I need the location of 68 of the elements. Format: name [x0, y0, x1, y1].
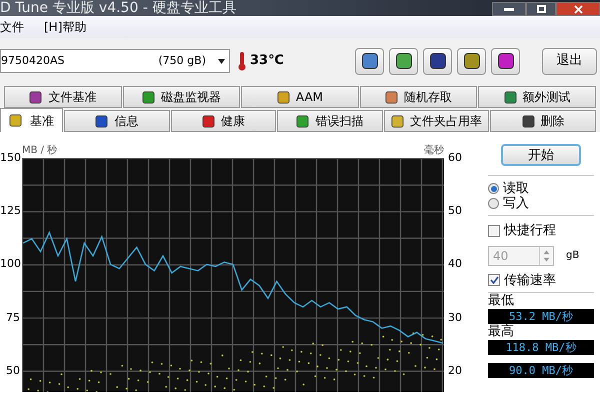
toolbar-button[interactable]	[457, 48, 486, 74]
axis-label: 60	[448, 151, 463, 165]
toolbar-button[interactable]	[491, 48, 520, 74]
tab-icon	[95, 114, 108, 128]
left-axis-unit: MB / 秒	[22, 144, 58, 158]
tab[interactable]: 信息	[64, 110, 170, 132]
checkbox[interactable]	[488, 274, 500, 286]
axis-label: 100	[0, 257, 20, 272]
tab[interactable]: AAM	[241, 86, 359, 108]
menu-item[interactable]: [H]帮助	[44, 18, 86, 36]
toolbar-button[interactable]	[355, 48, 384, 74]
checkbox-label: 传输速率	[504, 272, 556, 290]
axis-label: 40	[448, 257, 463, 272]
drive-capacity: (750 gB)	[158, 52, 206, 69]
axis-label: 30	[448, 310, 463, 325]
tab[interactable]: 随机存取	[360, 86, 478, 108]
exit-button[interactable]: 退出	[542, 48, 597, 74]
close-icon[interactable]	[556, 2, 600, 16]
menu-item[interactable]: 文件	[0, 18, 24, 36]
axis-label: 150	[0, 151, 20, 165]
tab[interactable]: 文件夹占用率	[384, 110, 490, 132]
tab-icon	[385, 90, 398, 104]
radio-button[interactable]	[488, 183, 499, 194]
radio-label: 读取	[503, 180, 529, 196]
stat-label: 最低	[488, 293, 515, 309]
tab-icon	[391, 114, 404, 128]
toolbar-button[interactable]	[423, 48, 452, 74]
tab[interactable]: 健康	[170, 110, 276, 132]
maximize-icon[interactable]	[526, 2, 556, 16]
radio-label: 写入	[503, 194, 529, 213]
tab[interactable]: 删除	[490, 110, 596, 132]
drive-name: 9750420AS	[1, 52, 66, 69]
window-title: D Tune 专业版 v4.50 - 硬盘专业工具	[0, 1, 236, 16]
axis-label: 125	[0, 204, 20, 218]
stat-label: 最高	[488, 324, 515, 340]
checkbox[interactable]	[488, 224, 500, 237]
axis-label: 50	[448, 204, 463, 218]
tab-icon	[522, 114, 535, 128]
tab[interactable]: 错误扫描	[277, 110, 383, 132]
start-button[interactable]: 开始	[501, 144, 581, 166]
toolbar-button[interactable]	[389, 48, 418, 74]
stat-value: 118.8 MB/秒	[488, 340, 594, 355]
stat-value: 90.0 MB/秒	[488, 363, 594, 378]
tab-icon	[296, 114, 310, 128]
axis-label: 50	[5, 364, 20, 378]
axis-label: 20	[448, 364, 463, 378]
tab-icon	[276, 90, 290, 104]
tab-icon	[9, 114, 22, 127]
checkbox-label: 快捷行程	[504, 222, 556, 240]
tab-icon	[29, 90, 42, 104]
right-axis-unit: 毫秒	[424, 144, 444, 158]
size-unit: gB	[566, 249, 580, 263]
tab-icon	[142, 90, 155, 104]
tab[interactable]: 磁盘监视器	[122, 86, 240, 108]
tab-icon	[504, 90, 517, 104]
checkmark-icon	[490, 276, 498, 284]
dropdown-caret-icon	[218, 58, 225, 64]
temperature-reading: 33℃	[250, 52, 284, 70]
stat-value: 53.2 MB/秒	[488, 309, 594, 324]
thermometer-icon	[238, 51, 246, 71]
tab[interactable]: 额外测试	[478, 86, 596, 108]
tab[interactable]: 基准	[0, 108, 63, 132]
axis-label: 75	[5, 310, 20, 325]
tab-icon	[202, 114, 215, 128]
radio-button[interactable]	[488, 198, 499, 209]
minimize-icon[interactable]	[492, 2, 526, 16]
tab[interactable]: 文件基准	[4, 86, 122, 108]
drive-dropdown[interactable]: 9750420AS (750 gB)	[0, 49, 230, 73]
